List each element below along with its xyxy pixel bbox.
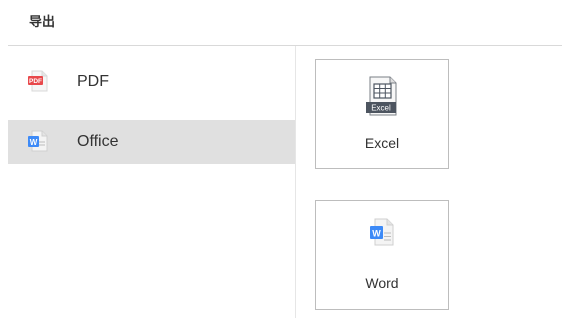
word-icon-badge: W [372,228,381,238]
export-word-button[interactable]: W Word [315,200,449,310]
pdf-file-icon: PDF [28,70,48,92]
export-excel-button[interactable]: Excel Excel [315,59,449,169]
excel-spreadsheet-icon: Excel [366,76,397,116]
sidebar-item-pdf[interactable]: PDF PDF [8,60,295,104]
excel-label: Excel [364,135,400,151]
word-file-icon: W [28,130,48,152]
dialog-title: 导出 [29,15,56,30]
sidebar-item-label: Office [77,133,119,150]
export-format-sidebar: PDF PDF W Office [8,60,295,180]
word-icon-badge: W [30,138,38,147]
excel-icon-badge: Excel [371,104,391,113]
word-label: Word [365,275,399,291]
word-document-icon: W [370,218,394,246]
pdf-icon-badge: PDF [29,78,42,85]
title-divider [8,45,562,46]
panel-divider [295,46,296,318]
export-dialog: 导出 PDF PDF W Office Excel Excel W Word [0,0,562,318]
sidebar-item-office[interactable]: W Office [8,120,295,164]
sidebar-item-label: PDF [77,73,109,90]
